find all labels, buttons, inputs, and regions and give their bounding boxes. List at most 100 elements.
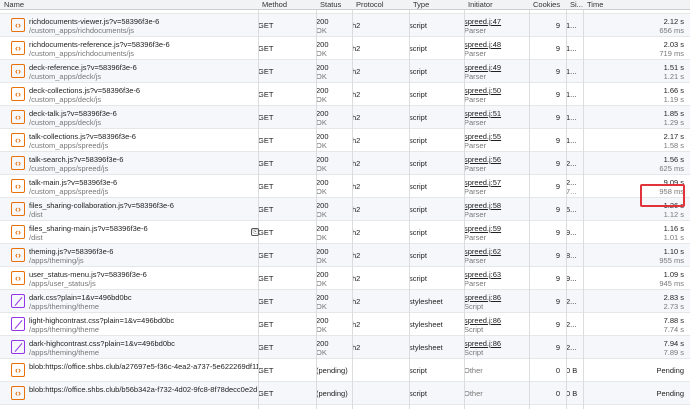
type-value: script (409, 228, 427, 237)
time-latency: 945 ms (659, 279, 684, 288)
initiator-link[interactable]: spreed.j:50 (464, 86, 501, 95)
initiator-link[interactable]: spreed.j:62 (464, 247, 501, 256)
initiator-link[interactable]: spreed.j:63 (464, 270, 501, 279)
request-name[interactable]: blob:https://office.shbs.club/b56b342a-f… (29, 385, 257, 394)
table-row[interactable]: deck-reference.js?v=58396f3e-6/custom_ap… (0, 60, 690, 83)
cell-type: script (409, 198, 464, 220)
column-divider[interactable] (258, 0, 259, 409)
status-text: OK (316, 233, 327, 242)
status-text: OK (316, 118, 327, 127)
request-name[interactable]: talk-main.js?v=58396f3e-6 (29, 178, 117, 187)
cell-initiator: spreed.j:47 Parser (464, 14, 529, 36)
cell-size: 2... (566, 336, 583, 358)
table-row[interactable]: talk-main.js?v=58396f3e-6/custom_apps/sp… (0, 175, 690, 198)
table-row[interactable]: richdocuments-viewer.js?v=58396f3e-6/cus… (0, 14, 690, 37)
initiator-link[interactable]: spreed.j:86 (464, 339, 501, 348)
initiator-link[interactable]: spreed.j:59 (464, 224, 501, 233)
status-text: OK (316, 256, 327, 265)
cookies-count: 9 (555, 90, 560, 99)
request-name[interactable]: light-highcontrast.css?plain=1&v=496bd0b… (29, 316, 174, 325)
table-row[interactable]: blob:https://office.shbs.club/b56b342a-f… (0, 382, 690, 405)
table-row[interactable]: files_sharing-collaboration.js?v=58396f3… (0, 198, 690, 221)
column-header-name[interactable]: Name (0, 0, 258, 9)
request-name[interactable]: deck-collections.js?v=58396f3e-6 (29, 86, 140, 95)
request-name[interactable]: files_sharing-collaboration.js?v=58396f3… (29, 201, 174, 210)
table-row[interactable]: blob:https://office.shbs.club/a27697e5-f… (0, 359, 690, 382)
table-row[interactable]: light-highcontrast.css?plain=1&v=496bd0b… (0, 313, 690, 336)
size-value: 2... (566, 343, 577, 352)
column-header-method[interactable]: Method (258, 0, 316, 9)
table-row[interactable]: deck-collections.js?v=58396f3e-6/custom_… (0, 83, 690, 106)
column-divider[interactable] (529, 0, 530, 409)
cell-initiator: spreed.j:57 Parser (464, 175, 529, 197)
initiator-link[interactable]: spreed.j:86 (464, 316, 501, 325)
initiator-link[interactable]: spreed.j:58 (464, 201, 501, 210)
request-name[interactable]: richdocuments-reference.js?v=58396f3e-6 (29, 40, 170, 49)
initiator-link[interactable]: spreed.j:48 (464, 40, 501, 49)
request-name[interactable]: user_status-menu.js?v=58396f3e-6 (29, 270, 147, 279)
cell-cookies: 9 (529, 221, 566, 243)
initiator-link[interactable]: spreed.j:49 (464, 63, 501, 72)
column-divider[interactable] (566, 0, 567, 409)
request-name[interactable]: theming.js?v=58396f3e-6 (29, 247, 113, 256)
status-text: OK (316, 49, 327, 58)
request-name[interactable]: richdocuments-viewer.js?v=58396f3e-6 (29, 17, 159, 26)
cookies-count: 9 (555, 205, 560, 214)
initiator-link[interactable]: spreed.j:51 (464, 109, 501, 118)
initiator-link[interactable]: spreed.j:57 (464, 178, 501, 187)
request-name[interactable]: talk-collections.js?v=58396f3e-6 (29, 132, 136, 141)
size-value: 1... (566, 90, 577, 99)
request-name[interactable]: dark.css?plain=1&v=496bd0bc (29, 293, 132, 302)
cell-protocol: h2 (352, 290, 409, 312)
cell-status: 200 OK (316, 267, 352, 289)
column-header-protocol[interactable]: Protocol (352, 0, 409, 9)
method-value: GET (258, 113, 274, 122)
column-header-status[interactable]: Status (316, 0, 352, 9)
type-value: stylesheet (409, 343, 443, 352)
cell-status: 200 OK (316, 106, 352, 128)
column-header-size[interactable]: Si... (566, 0, 583, 9)
table-row[interactable]: talk-search.js?v=58396f3e-6/custom_apps/… (0, 152, 690, 175)
initiator-link[interactable]: spreed.j:47 (464, 17, 501, 26)
request-name[interactable]: files_sharing-main.js?v=58396f3e-6 (29, 224, 148, 233)
column-divider[interactable] (409, 0, 410, 409)
method-value: GET (258, 205, 274, 214)
protocol-value: h2 (352, 159, 361, 168)
initiator-link[interactable]: spreed.j:55 (464, 132, 501, 141)
column-divider[interactable] (464, 0, 465, 409)
request-path: /apps/theming/theme (29, 325, 100, 334)
request-name[interactable]: deck-reference.js?v=58396f3e-6 (29, 63, 137, 72)
cell-name: files_sharing-main.js?v=58396f3e-6/dist (0, 221, 258, 243)
type-value: script (409, 159, 427, 168)
cell-method: GET (258, 382, 316, 404)
request-name[interactable]: talk-search.js?v=58396f3e-6 (29, 155, 123, 164)
column-header-time[interactable]: Time (583, 0, 690, 9)
cookies-count: 9 (555, 67, 560, 76)
table-row[interactable]: deck-talk.js?v=58396f3e-6/custom_apps/de… (0, 106, 690, 129)
copy-icon[interactable]: ⎘ (251, 228, 259, 236)
request-name[interactable]: deck-talk.js?v=58396f3e-6 (29, 109, 117, 118)
column-header-type[interactable]: Type (409, 0, 464, 9)
column-divider[interactable] (352, 0, 353, 409)
table-row[interactable]: dark.css?plain=1&v=496bd0bc/apps/theming… (0, 290, 690, 313)
initiator-link[interactable]: spreed.j:56 (464, 155, 501, 164)
column-divider[interactable] (316, 0, 317, 409)
request-name[interactable]: blob:https://office.shbs.club/a27697e5-f… (29, 362, 258, 371)
table-row[interactable]: dark-highcontrast.css?plain=1&v=496bd0bc… (0, 336, 690, 359)
cell-cookies: 0 (529, 359, 566, 381)
cell-time: 2.12 s 656 ms (583, 14, 690, 36)
time-latency: 1.01 s (663, 233, 684, 242)
cookies-count: 9 (555, 320, 560, 329)
column-header-cookies[interactable]: Cookies (529, 0, 566, 9)
initiator-type: Other (464, 366, 483, 375)
table-row[interactable]: richdocuments-reference.js?v=58396f3e-6/… (0, 37, 690, 60)
table-row[interactable]: user_status-menu.js?v=58396f3e-6/apps/us… (0, 267, 690, 290)
initiator-link[interactable]: spreed.j:86 (464, 293, 501, 302)
table-row[interactable]: talk-collections.js?v=58396f3e-6/custom_… (0, 129, 690, 152)
table-row[interactable]: files_sharing-main.js?v=58396f3e-6/distG… (0, 221, 690, 244)
column-header-initiator[interactable]: Initiator (464, 0, 529, 9)
table-row[interactable]: theming.js?v=58396f3e-6/apps/theming/jsG… (0, 244, 690, 267)
column-divider[interactable] (583, 0, 584, 409)
initiator-type: Script (464, 302, 484, 311)
request-name[interactable]: dark-highcontrast.css?plain=1&v=496bd0bc (29, 339, 175, 348)
